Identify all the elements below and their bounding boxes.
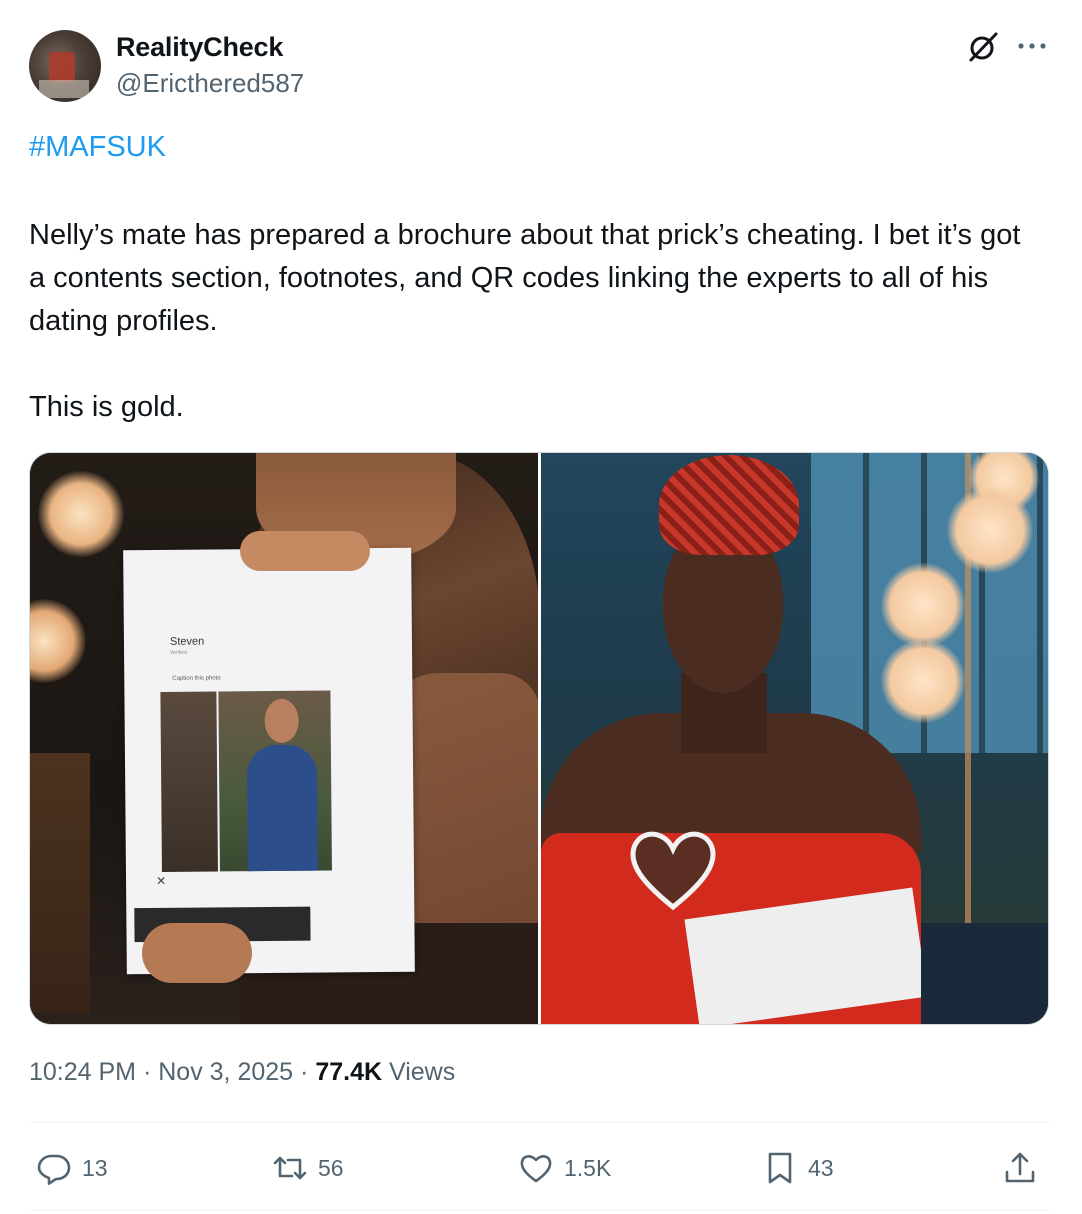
- share-button[interactable]: [1002, 1148, 1038, 1188]
- bookmark-icon: [768, 1152, 792, 1184]
- meta-separator: ·: [142, 1058, 152, 1086]
- tweet-meta: 10:24 PM · Nov 3, 2025 · 77.4K Views: [29, 1058, 455, 1087]
- divider: [29, 1210, 1049, 1211]
- tweet: RealityCheck @Ericthered587 #MAFSUK Nell…: [0, 0, 1082, 1214]
- tweet-text: Nelly’s mate has prepared a brochure abo…: [29, 219, 1021, 337]
- photo-expert[interactable]: [541, 453, 1048, 1024]
- tweet-date[interactable]: Nov 3, 2025: [158, 1058, 293, 1086]
- like-button[interactable]: 1.5K: [518, 1148, 611, 1188]
- paper-profile-subtext: Verified: [170, 649, 187, 656]
- retweet-icon: [273, 1156, 307, 1180]
- bookmark-button[interactable]: 43: [762, 1148, 834, 1188]
- author-avatar[interactable]: [29, 30, 101, 102]
- paper-caption: Caption this photo: [172, 675, 221, 682]
- retweet-button[interactable]: 56: [272, 1148, 344, 1188]
- tweet-time[interactable]: 10:24 PM: [29, 1058, 136, 1086]
- author-handle[interactable]: @Ericthered587: [116, 68, 304, 99]
- grok-icon[interactable]: [966, 30, 1000, 64]
- tweet-text-closing: This is gold.: [29, 391, 184, 423]
- like-count: 1.5K: [564, 1154, 612, 1181]
- hashtag-link[interactable]: #MAFSUK: [29, 131, 166, 164]
- reply-button[interactable]: 13: [36, 1148, 108, 1188]
- retweet-count: 56: [318, 1154, 344, 1181]
- paper-profile-name: Steven: [169, 635, 205, 648]
- bookmark-count: 43: [808, 1154, 834, 1181]
- views-count: 77.4K: [315, 1058, 383, 1086]
- heart-icon: [520, 1155, 552, 1183]
- more-options-icon[interactable]: [1016, 36, 1048, 56]
- views-label: Views: [388, 1058, 456, 1086]
- brochure-paper: Steven Verified Caption this photo ✕: [123, 547, 415, 975]
- reply-icon: [37, 1154, 71, 1185]
- tweet-media: Steven Verified Caption this photo ✕: [29, 452, 1049, 1025]
- meta-separator: ·: [300, 1058, 309, 1086]
- photo-brochure[interactable]: Steven Verified Caption this photo ✕: [30, 453, 538, 1024]
- divider: [29, 1122, 1049, 1123]
- share-icon: [1005, 1152, 1035, 1183]
- reply-count: 13: [82, 1154, 108, 1181]
- author-display-name[interactable]: RealityCheck: [116, 32, 283, 63]
